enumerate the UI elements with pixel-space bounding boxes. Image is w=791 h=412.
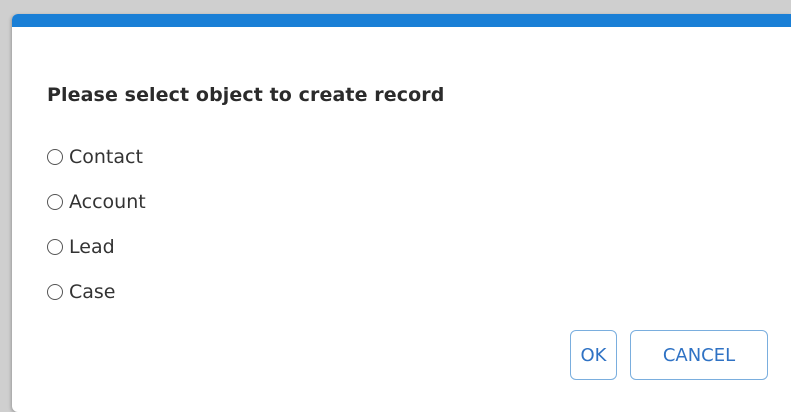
dialog-header-accent-bar [12,14,791,27]
cancel-button[interactable]: CANCEL [630,330,768,380]
radio-button-account[interactable] [47,193,63,210]
radio-button-contact[interactable] [47,148,63,165]
option-label-account: Account [69,190,146,213]
select-object-dialog: Please select object to create record Co… [12,14,791,412]
object-options-list: Contact Account Lead Case [47,134,146,314]
radio-button-lead[interactable] [47,238,63,255]
option-label-lead: Lead [69,235,115,258]
option-account[interactable]: Account [47,179,146,224]
option-lead[interactable]: Lead [47,224,146,269]
option-case[interactable]: Case [47,269,146,314]
option-label-contact: Contact [69,145,143,168]
option-contact[interactable]: Contact [47,134,146,179]
ok-button[interactable]: OK [570,330,617,380]
dialog-actions: OK CANCEL [570,330,768,380]
radio-button-case[interactable] [47,283,63,300]
option-label-case: Case [69,280,116,303]
dialog-title: Please select object to create record [47,84,445,106]
